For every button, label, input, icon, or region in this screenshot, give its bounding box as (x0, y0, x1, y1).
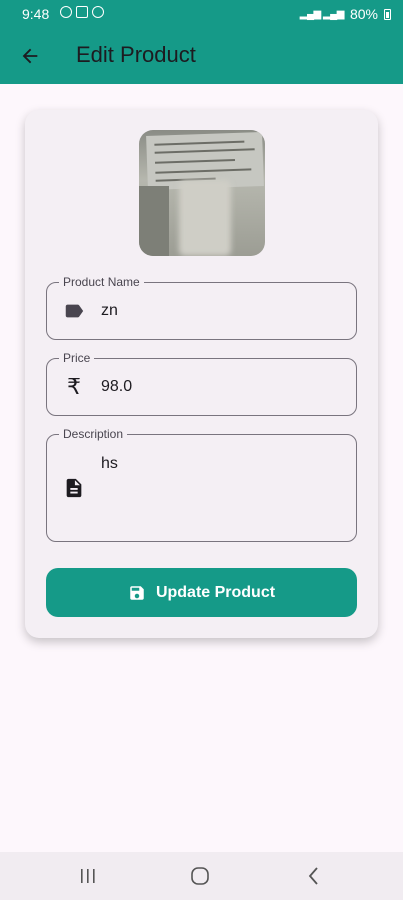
notification-icons (60, 6, 104, 18)
product-image[interactable] (139, 130, 265, 256)
home-icon (191, 867, 209, 885)
photo-shadow (139, 186, 169, 256)
whatsapp-icon (92, 6, 104, 18)
description-value: hs (101, 455, 118, 472)
description-label: Description (59, 426, 128, 442)
price-value: 98.0 (101, 378, 133, 395)
label-tag-icon (63, 300, 85, 322)
rupee-icon: ₹ (67, 374, 81, 399)
update-product-button[interactable]: Update Product (46, 568, 357, 617)
price-label: Price (59, 350, 95, 366)
save-icon (130, 585, 144, 600)
signal-icon: ▂▄▆ ▂▄▆ (299, 8, 345, 20)
back-button[interactable] (12, 38, 48, 74)
status-time: 9:48 (22, 6, 50, 22)
update-product-label: Update Product (155, 583, 276, 601)
status-bar: 9:48 ▂▄▆ ▂▄▆ 80% (0, 0, 403, 28)
photo-light (179, 180, 231, 256)
whatsapp-icon (60, 6, 72, 18)
home-button[interactable] (188, 864, 212, 888)
app-bar: Edit Product (0, 28, 403, 84)
back-nav-button[interactable] (302, 864, 326, 888)
recents-icon (81, 869, 95, 883)
battery-icon (384, 8, 391, 20)
recents-button[interactable] (76, 864, 100, 888)
product-name-field[interactable]: Product Name zn (46, 274, 357, 340)
product-name-value: zn (101, 302, 118, 319)
product-name-label: Product Name (59, 274, 144, 290)
document-icon (63, 477, 85, 499)
arrow-back-icon (22, 48, 38, 64)
back-nav-icon (308, 867, 318, 885)
system-nav-bar (0, 852, 403, 900)
description-field[interactable]: Description hs (46, 426, 357, 542)
battery-percent: 80% (349, 6, 378, 22)
page-title: Edit Product (76, 42, 196, 67)
price-field[interactable]: Price ₹ 98.0 (46, 350, 357, 416)
gallery-icon (76, 6, 88, 18)
status-right: ▂▄▆ ▂▄▆ 80% (300, 6, 391, 22)
edit-product-card: Product Name zn Price ₹ 98.0 Description… (25, 110, 378, 638)
